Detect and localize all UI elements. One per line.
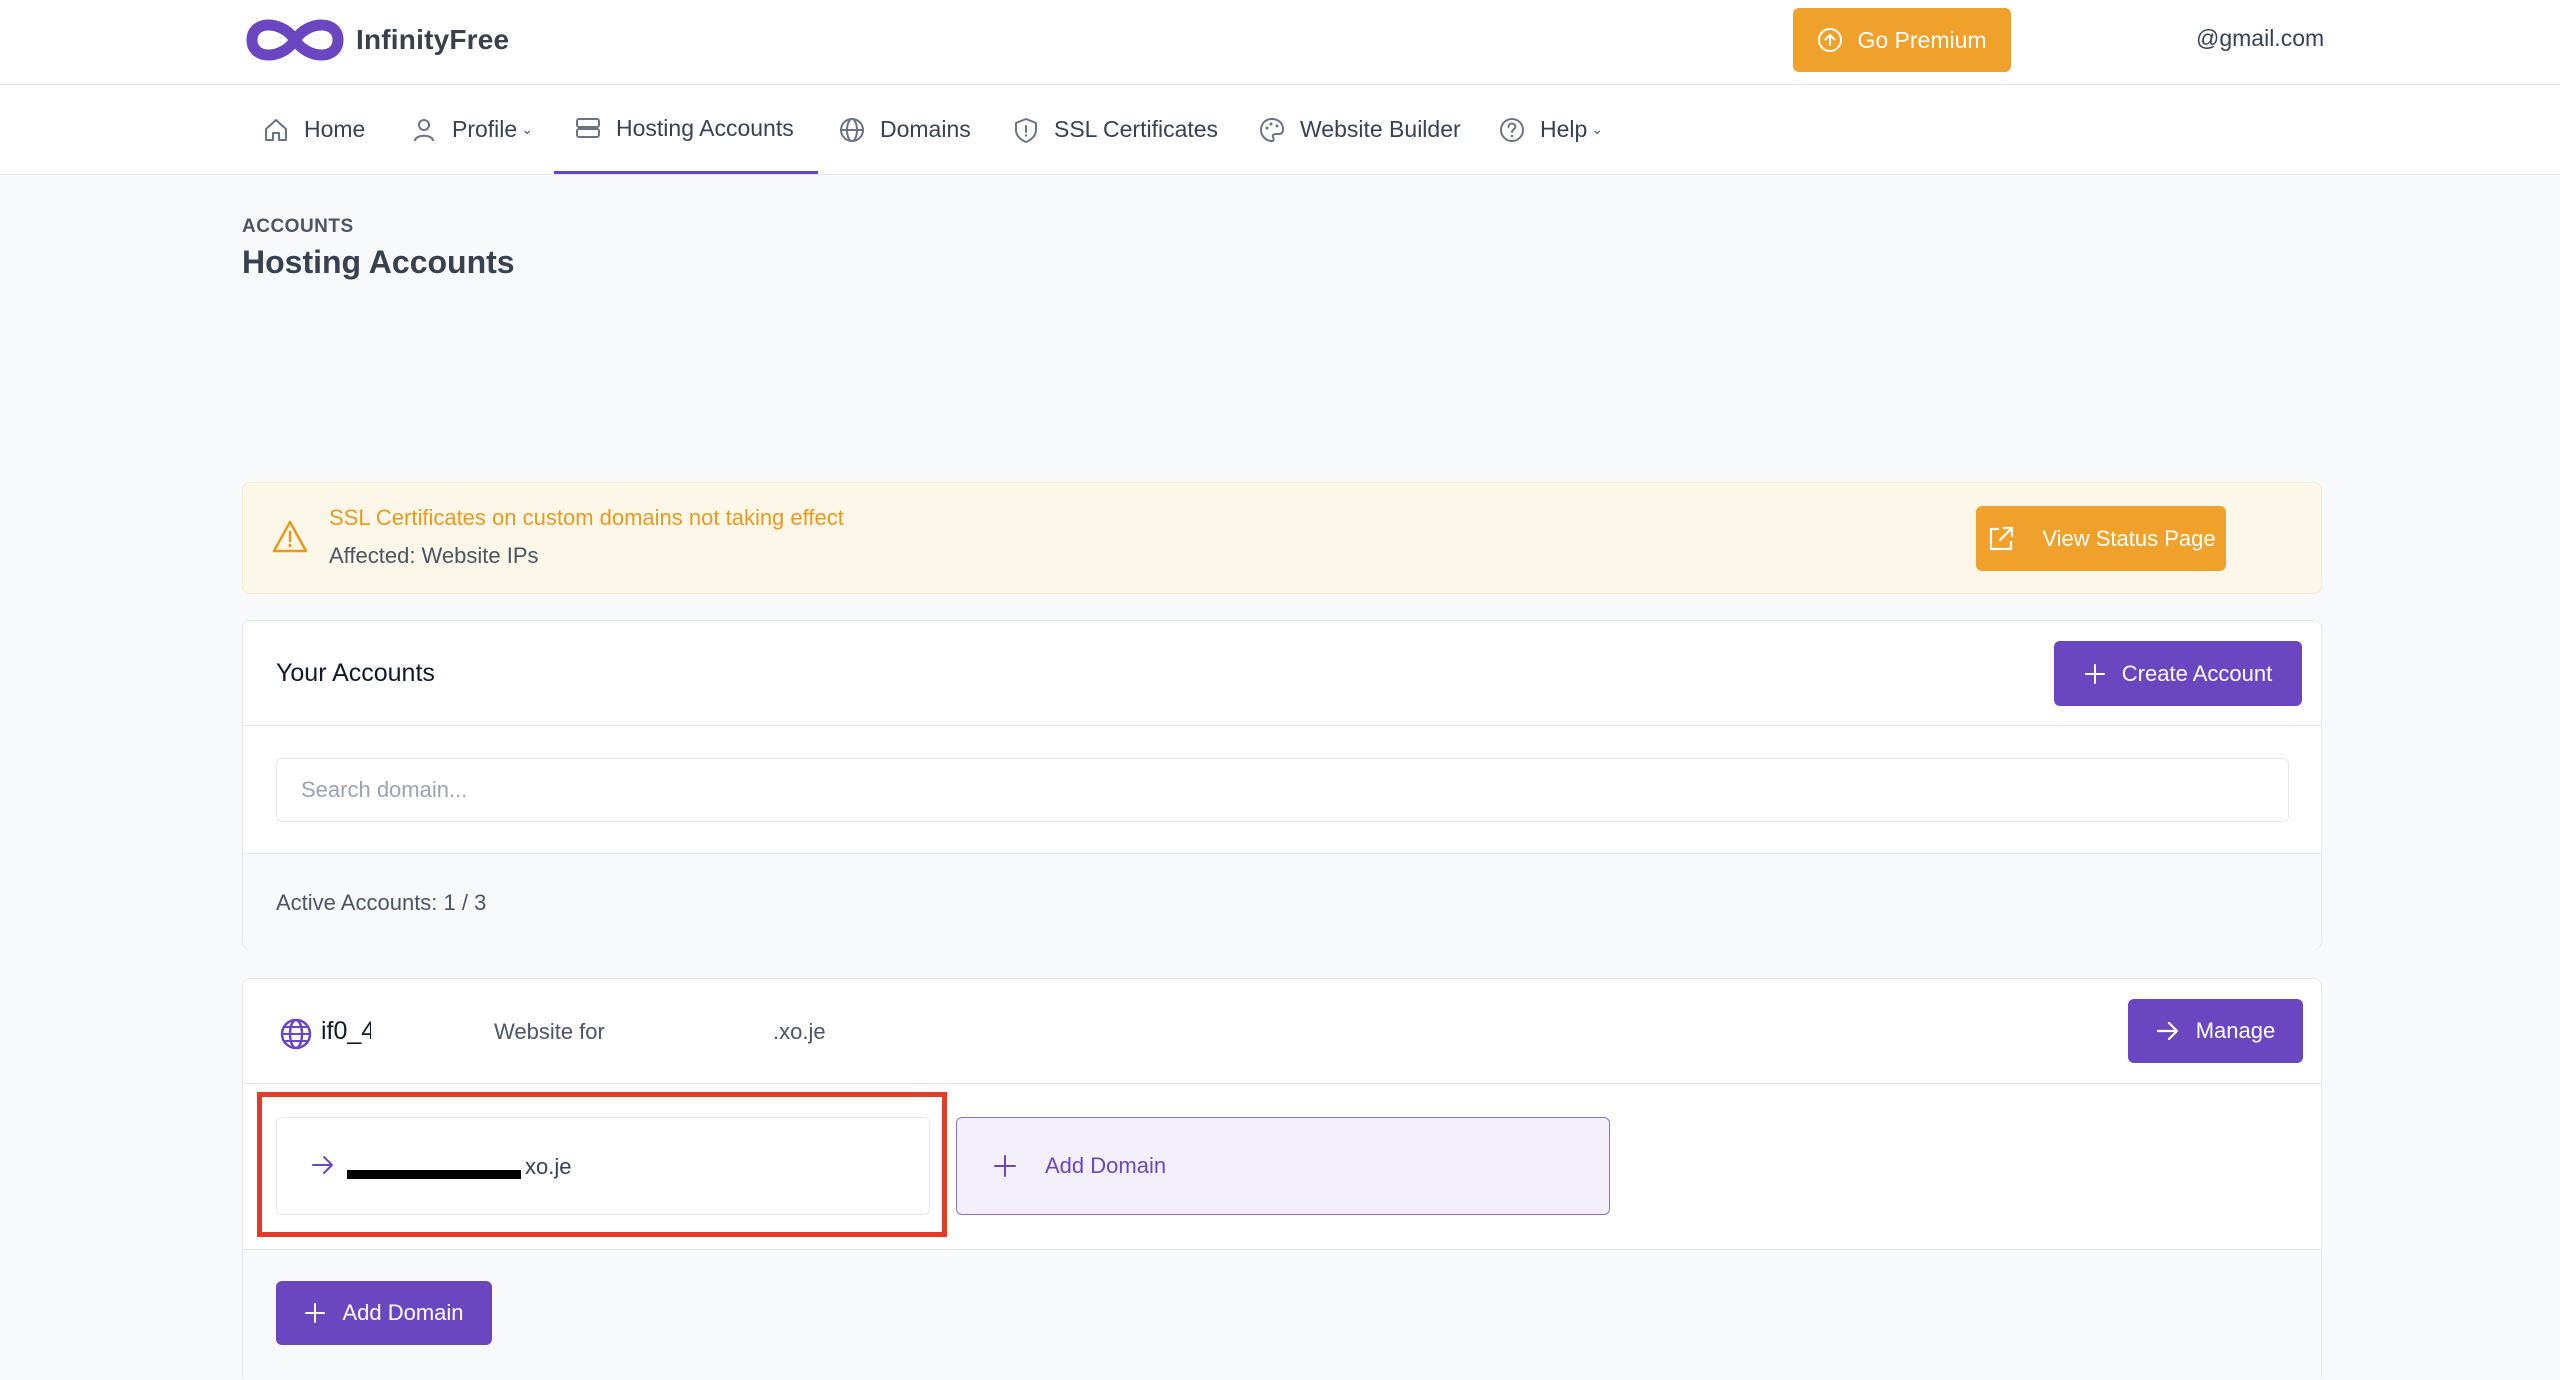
account-username[interactable]: if0_4 bbox=[321, 1017, 371, 1046]
go-premium-label: Go Premium bbox=[1857, 26, 1987, 53]
page-title: Hosting Accounts bbox=[242, 244, 515, 280]
external-link-icon bbox=[1990, 526, 2014, 550]
status-alert: SSL Certificates on custom domains not t… bbox=[242, 482, 2322, 594]
nav-ssl-label: SSL Certificates bbox=[1054, 116, 1219, 142]
nav-hosting-accounts-label: Hosting Accounts bbox=[616, 114, 794, 141]
main-nav: Home Profile ⌄ Hosting Accounts Domains … bbox=[0, 85, 2560, 175]
go-premium-button[interactable]: Go Premium bbox=[1793, 8, 2011, 72]
accounts-card: Your Accounts Create Account Active Acco… bbox=[242, 620, 2322, 950]
accounts-card-footer: Active Accounts: 1 / 3 bbox=[243, 853, 2321, 950]
manage-button[interactable]: Manage bbox=[2128, 999, 2303, 1063]
infinity-logo-icon bbox=[246, 19, 344, 61]
view-status-page-button[interactable]: View Status Page bbox=[1976, 506, 2226, 571]
top-bar: InfinityFree Go Premium @gmail.com bbox=[0, 0, 2560, 85]
nav-hosting-accounts[interactable]: Hosting Accounts bbox=[554, 85, 818, 174]
nav-help[interactable]: Help ⌄ bbox=[1498, 85, 1603, 174]
create-account-button[interactable]: Create Account bbox=[2054, 641, 2302, 706]
search-domain-input[interactable] bbox=[276, 758, 2289, 822]
plus-icon bbox=[2084, 663, 2105, 684]
nav-home[interactable]: Home bbox=[262, 85, 365, 174]
nav-domains[interactable]: Domains bbox=[838, 85, 971, 174]
palette-icon bbox=[1259, 117, 1285, 142]
add-domain-button[interactable]: Add Domain bbox=[276, 1281, 492, 1345]
account-domain: .xo.je bbox=[773, 1019, 826, 1044]
alert-subtitle: Affected: Website IPs bbox=[329, 543, 539, 568]
nav-website-builder[interactable]: Website Builder bbox=[1258, 85, 1461, 174]
manage-label: Manage bbox=[2195, 1018, 2276, 1043]
view-status-page-label: View Status Page bbox=[2042, 525, 2216, 551]
nav-home-label: Home bbox=[304, 116, 366, 142]
warning-triangle-icon bbox=[272, 520, 308, 553]
add-domain-button-label: Add Domain bbox=[342, 1300, 464, 1325]
user-icon bbox=[414, 118, 434, 141]
divider bbox=[243, 725, 2321, 726]
plus-icon bbox=[994, 1155, 1016, 1177]
server-icon bbox=[576, 118, 600, 138]
plus-icon bbox=[305, 1303, 326, 1323]
active-accounts-count: Active Accounts: 1 / 3 bbox=[276, 890, 487, 915]
add-domain-tile-label: Add Domain bbox=[1045, 1153, 1167, 1178]
hosting-account-card: if0_4 Website for .xo.je Manage xo.je Ad… bbox=[242, 978, 2322, 1380]
nav-ssl-certificates[interactable]: SSL Certificates bbox=[1012, 85, 1218, 174]
breadcrumb: ACCOUNTS bbox=[242, 216, 354, 237]
globe-icon bbox=[840, 117, 864, 142]
chevron-down-icon: ⌄ bbox=[521, 121, 533, 137]
shield-icon bbox=[1015, 117, 1037, 143]
add-domain-tile[interactable]: Add Domain bbox=[956, 1117, 1610, 1215]
brand-logo[interactable]: InfinityFree bbox=[242, 12, 509, 68]
divider bbox=[243, 1083, 2321, 1084]
user-email[interactable]: @gmail.com bbox=[2196, 25, 2324, 52]
nav-domains-label: Domains bbox=[880, 116, 971, 142]
brand-name: InfinityFree bbox=[356, 24, 510, 55]
nav-profile-label: Profile bbox=[452, 116, 518, 142]
account-label: Website for bbox=[494, 1019, 605, 1044]
account-footer bbox=[243, 1249, 2321, 1380]
create-account-label: Create Account bbox=[2121, 660, 2273, 686]
nav-help-label: Help bbox=[1540, 116, 1588, 142]
nav-profile[interactable]: Profile ⌄ bbox=[410, 85, 533, 174]
alert-title: SSL Certificates on custom domains not t… bbox=[329, 505, 844, 530]
annotation-highlight-box bbox=[257, 1092, 947, 1237]
chevron-down-icon: ⌄ bbox=[1591, 121, 1604, 137]
globe-icon bbox=[280, 1018, 312, 1050]
arrow-up-circle-icon bbox=[1818, 28, 1843, 52]
home-icon bbox=[265, 118, 287, 141]
accounts-card-title: Your Accounts bbox=[276, 659, 435, 687]
arrow-right-icon bbox=[2156, 1021, 2178, 1041]
help-circle-icon bbox=[1500, 117, 1524, 142]
nav-website-builder-label: Website Builder bbox=[1300, 116, 1461, 142]
